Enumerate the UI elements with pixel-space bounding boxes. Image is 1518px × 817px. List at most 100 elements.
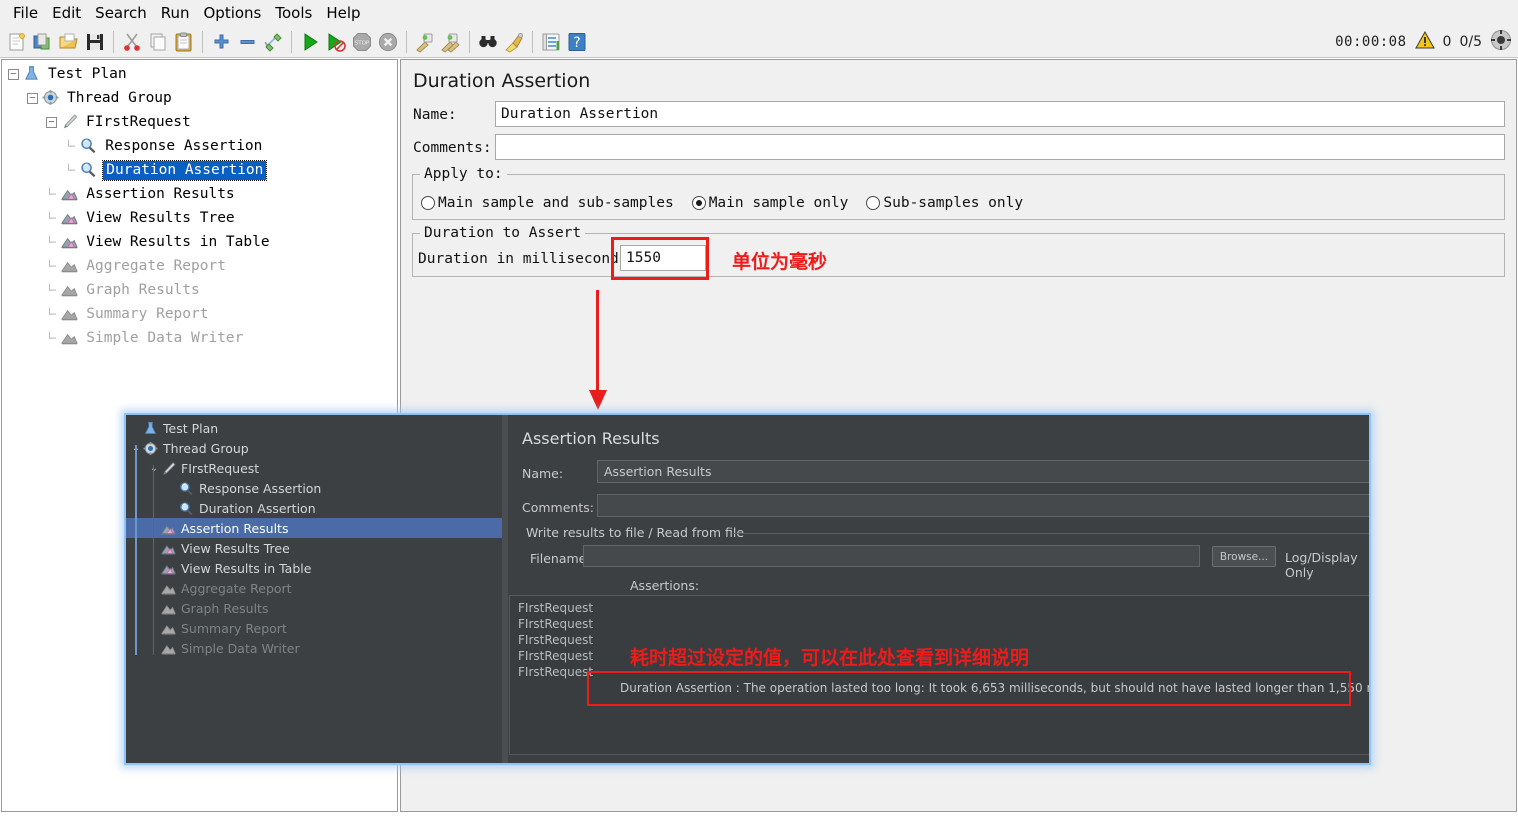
collapse-icon[interactable]: [234, 29, 260, 55]
assertion-list-row[interactable]: FIrstRequest: [510, 600, 1369, 616]
toolbar: STOP ? 00:00:08 0 0/5: [0, 26, 1518, 58]
inset-comments-label: Comments:: [522, 500, 594, 515]
templates-icon[interactable]: [30, 29, 56, 55]
radio-main-and-sub-label: Main sample and sub-samples: [438, 195, 674, 211]
browse-button[interactable]: Browse...: [1212, 546, 1276, 567]
menu-run[interactable]: Run: [154, 2, 197, 24]
menu-options[interactable]: Options: [196, 2, 268, 24]
inset-tree-node-label: Simple Data Writer: [181, 640, 300, 656]
clear-all-icon[interactable]: [438, 29, 464, 55]
help-icon[interactable]: ?: [564, 29, 590, 55]
inset-tree-node-thread-group[interactable]: ⌄Thread Group: [126, 438, 502, 458]
paste-icon[interactable]: [171, 29, 197, 55]
listener-icon: [160, 641, 177, 656]
inset-tree-node-summary-report[interactable]: Summary Report: [126, 618, 502, 638]
inset-tree-node-view-results-tree[interactable]: View Results Tree: [126, 538, 502, 558]
inset-tree-node-label: Summary Report: [181, 620, 287, 636]
tree-node-view-results-in-table[interactable]: └╴ View Results in Table: [2, 230, 397, 254]
warning-icon[interactable]: [1414, 30, 1435, 54]
tree-node-graph-results[interactable]: └╴ Graph Results: [2, 278, 397, 302]
inset-tree-node-label: Thread Group: [163, 440, 249, 456]
tree-branch-line: └╴: [65, 139, 79, 153]
inset-tree-node-label: View Results in Table: [181, 560, 312, 576]
shutdown-icon: [375, 29, 401, 55]
tree-node-summary-report[interactable]: └╴ Summary Report: [2, 302, 397, 326]
inset-tree-node-aggregate-report[interactable]: Aggregate Report: [126, 578, 502, 598]
tree-branch-line: └╴: [46, 331, 60, 345]
tree-node-response-assertion[interactable]: └╴ Response Assertion: [2, 134, 397, 158]
tree-node-test-plan[interactable]: – Test Plan: [2, 62, 397, 86]
http-request-icon: [160, 461, 177, 476]
inset-filename-input[interactable]: [583, 545, 1200, 567]
inset-tree-node-label: Duration Assertion: [199, 500, 316, 516]
tree-toggle-collapse-icon[interactable]: –: [8, 68, 19, 80]
tree-node-aggregate-report[interactable]: └╴ Aggregate Report: [2, 254, 397, 278]
inset-tree-node-simple-data-writer[interactable]: Simple Data Writer: [126, 638, 502, 658]
annotation-arrow-head: [589, 390, 607, 410]
inset-name-input[interactable]: Assertion Results: [597, 460, 1369, 483]
tree-guide-line: [135, 445, 137, 655]
name-input[interactable]: Duration Assertion: [495, 101, 1505, 127]
tree-branch-line: └╴: [46, 307, 60, 321]
comments-input[interactable]: [495, 134, 1505, 160]
assertion-icon: [178, 481, 195, 496]
toolbar-separator: [406, 30, 407, 53]
tree-branch-line: └╴: [46, 235, 60, 249]
assertion-list-row[interactable]: FIrstRequest: [510, 616, 1369, 632]
menu-edit[interactable]: Edit: [45, 2, 88, 24]
start-no-timers-icon[interactable]: [323, 29, 349, 55]
inset-tree-node-firstrequest[interactable]: ⌄ FIrstRequest: [126, 458, 502, 478]
inset-test-plan-tree[interactable]: Test Plan ⌄Thread Group ⌄ FIrstRequest Respo…: [126, 415, 502, 763]
listener-icon: [60, 233, 80, 251]
menu-file[interactable]: File: [6, 2, 45, 24]
copy-icon[interactable]: [145, 29, 171, 55]
listener-icon: [160, 521, 177, 536]
thread-status-icon[interactable]: [1490, 29, 1512, 55]
inset-file-group-legend: Write results to file / Read from file: [526, 525, 745, 540]
search-icon[interactable]: [475, 29, 501, 55]
http-request-icon: [60, 113, 80, 131]
inset-assertion-results-panel: Assertion Results Name: Assertion Result…: [508, 415, 1369, 763]
expand-icon[interactable]: [208, 29, 234, 55]
inset-log-display-label: Log/Display Only: [1285, 550, 1358, 580]
radio-main-and-sub[interactable]: [421, 196, 435, 210]
tree-branch-line: └╴: [46, 283, 60, 297]
tree-node-view-results-tree[interactable]: └╴ View Results Tree: [2, 206, 397, 230]
toggle-icon[interactable]: [260, 29, 286, 55]
tree-toggle-collapse-icon[interactable]: –: [46, 116, 57, 128]
chevron-down-icon[interactable]: ⌄: [148, 463, 160, 474]
open-icon[interactable]: [56, 29, 82, 55]
inset-tree-node-duration-assertion[interactable]: Duration Assertion: [126, 498, 502, 518]
cut-icon[interactable]: [119, 29, 145, 55]
menu-search[interactable]: Search: [88, 2, 154, 24]
inset-tree-node-assertion-results[interactable]: Assertion Results: [126, 518, 502, 538]
tree-node-firstrequest[interactable]: – FIrstRequest: [2, 110, 397, 134]
inset-tree-node-graph-results[interactable]: Graph Results: [126, 598, 502, 618]
tree-node-label: Summary Report: [86, 305, 209, 322]
menu-bar: File Edit Search Run Options Tools Help: [0, 0, 1518, 26]
inset-tree-node-test-plan[interactable]: Test Plan: [126, 418, 502, 438]
clear-icon[interactable]: [412, 29, 438, 55]
radio-main-only[interactable]: [691, 196, 706, 210]
tree-node-duration-assertion[interactable]: └╴ Duration Assertion: [2, 158, 397, 182]
menu-help[interactable]: Help: [319, 2, 367, 24]
tree-node-assertion-results[interactable]: └╴ Assertion Results: [2, 182, 397, 206]
function-helper-icon[interactable]: [538, 29, 564, 55]
tree-node-simple-data-writer[interactable]: └╴ Simple Data Writer: [2, 326, 397, 350]
inset-comments-input[interactable]: [597, 494, 1369, 517]
listener-icon: [60, 185, 80, 203]
save-icon[interactable]: [82, 29, 108, 55]
start-icon[interactable]: [297, 29, 323, 55]
inset-tree-node-view-results-in-table[interactable]: View Results in Table: [126, 558, 502, 578]
new-test-plan-icon[interactable]: [4, 29, 30, 55]
tree-toggle-collapse-icon[interactable]: –: [27, 92, 38, 104]
tree-node-label: Graph Results: [86, 281, 200, 298]
inset-tree-node-response-assertion[interactable]: Response Assertion: [126, 478, 502, 498]
tree-branch-line: └╴: [46, 211, 60, 225]
tree-node-thread-group[interactable]: – Thread Group: [2, 86, 397, 110]
menu-tools[interactable]: Tools: [268, 2, 319, 24]
active-thread-count: 0/5: [1459, 34, 1482, 50]
radio-main-only-label: Main sample only: [708, 195, 849, 211]
reset-search-icon[interactable]: [501, 29, 527, 55]
radio-sub-only[interactable]: [866, 196, 881, 210]
